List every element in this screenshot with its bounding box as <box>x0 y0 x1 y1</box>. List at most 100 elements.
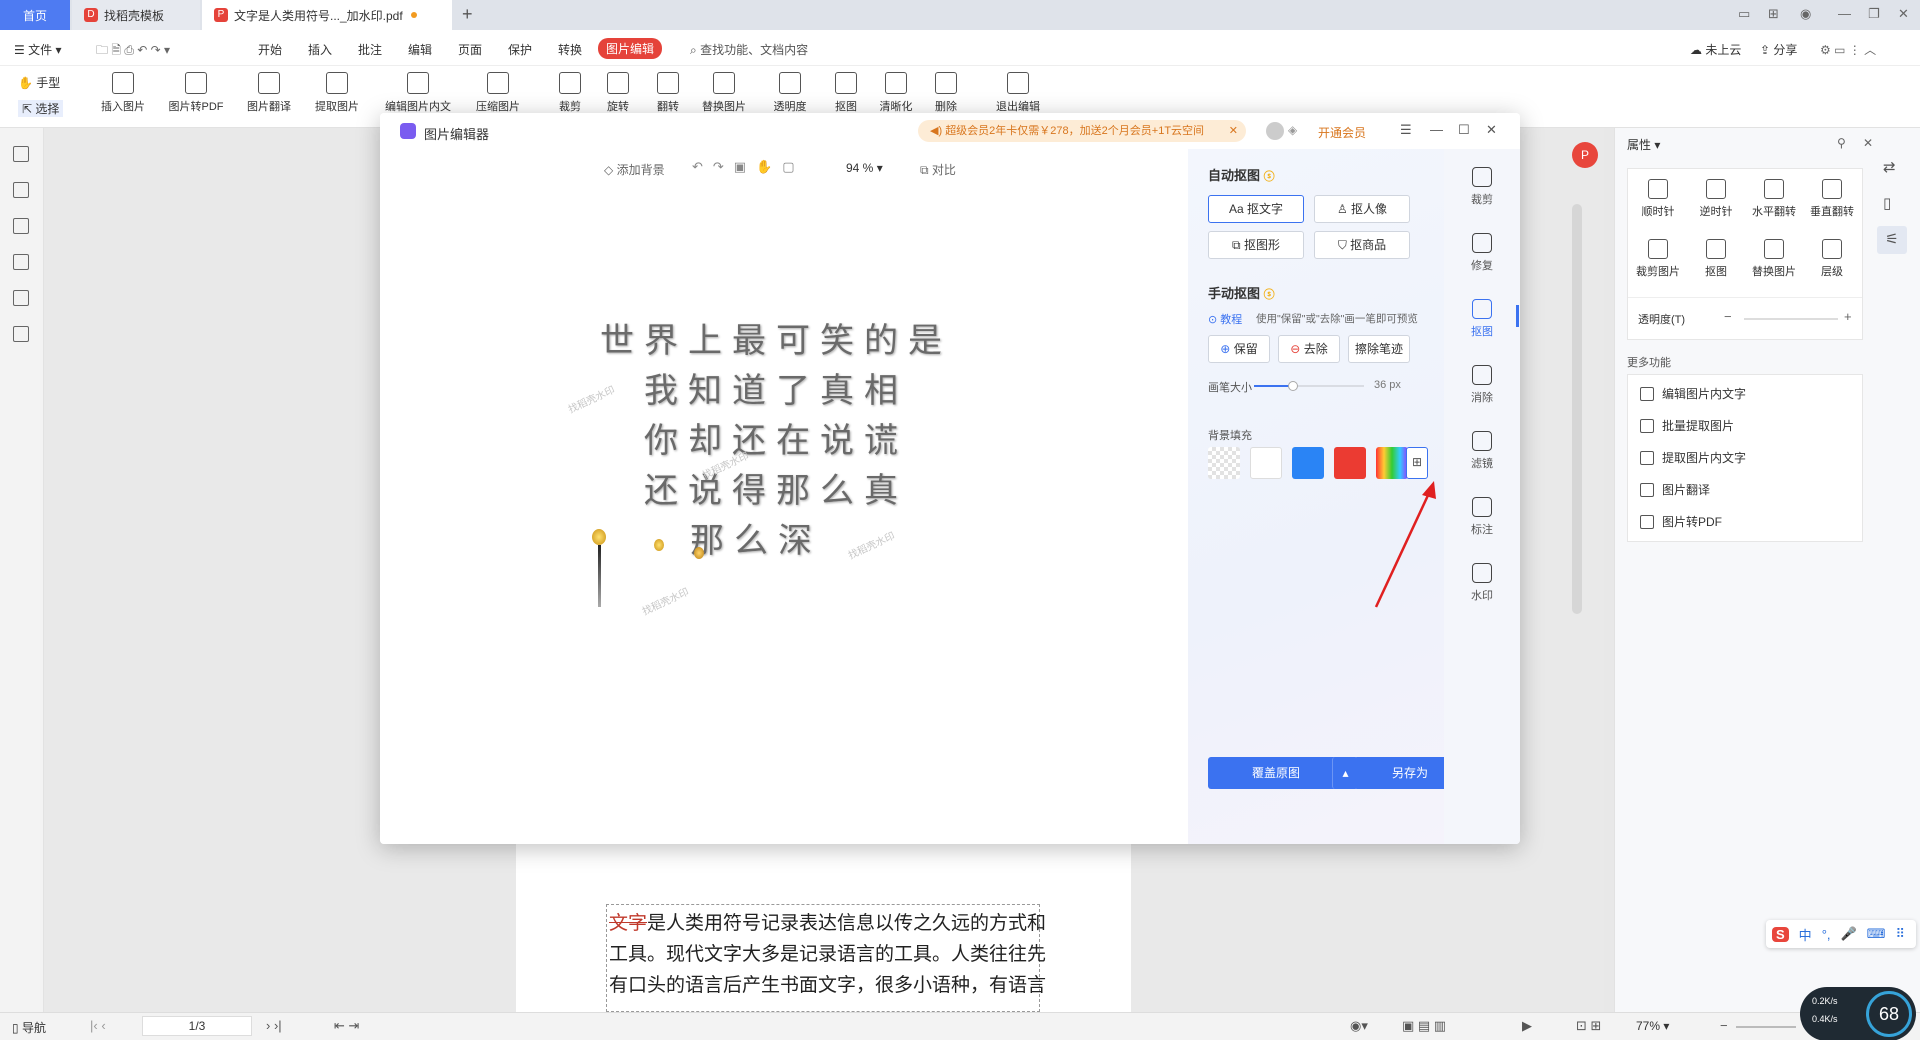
signature-icon[interactable] <box>13 290 29 306</box>
navigation-toggle[interactable]: ▯ 导航 <box>12 1019 46 1036</box>
canvas-tool-icons[interactable]: ↶↷▣✋▢ <box>692 159 805 175</box>
menu-edit[interactable]: 编辑 <box>408 41 432 58</box>
rail-watermark[interactable]: 水印 <box>1458 563 1506 603</box>
pin-icon[interactable]: ⚲ <box>1837 136 1846 150</box>
properties-title[interactable]: 属性 ▾ <box>1627 136 1660 153</box>
doc-line-3[interactable]: 有口头的语言后产生书面文字，很多小语种，有语言 <box>609 970 1046 997</box>
flip-horizontal-button[interactable]: 水平翻转 <box>1746 179 1802 219</box>
next-page-icon[interactable]: › ›| <box>266 1018 282 1033</box>
new-tab-icon[interactable]: + <box>462 4 473 25</box>
thumbnail-icon[interactable] <box>13 182 29 198</box>
side-tool-1-icon[interactable]: ⇄ <box>1883 158 1896 176</box>
cutout-text-button[interactable]: Aa 抠文字 <box>1208 195 1304 223</box>
tab-document[interactable]: P 文字是人类用符号..._加水印.pdf <box>202 0 452 30</box>
eye-icon[interactable]: ◉▾ <box>1350 1018 1368 1034</box>
view-mode-icons[interactable]: ▣ ▤ ▥ <box>1402 1018 1446 1034</box>
brush-size-knob[interactable] <box>1287 381 1298 391</box>
minimize-icon[interactable]: — <box>1838 6 1851 21</box>
rail-repair[interactable]: 修复 <box>1458 233 1506 273</box>
cutout-button[interactable]: 抠图 <box>830 72 862 114</box>
rail-filter[interactable]: 滤镜 <box>1458 431 1506 471</box>
menu-convert[interactable]: 转换 <box>558 41 582 58</box>
swatch-blue[interactable] <box>1292 447 1324 479</box>
panel-close-icon[interactable]: ✕ <box>1863 136 1873 150</box>
page-input[interactable]: 1/3 <box>142 1016 252 1036</box>
open-vip-link[interactable]: 开通会员 <box>1318 124 1366 141</box>
cutout-product-button[interactable]: ⛉ 抠商品 <box>1314 231 1410 259</box>
zoom-out-icon[interactable]: − <box>1720 1018 1728 1033</box>
menu-insert[interactable]: 插入 <box>308 41 332 58</box>
rail-crop[interactable]: 裁剪 <box>1458 167 1506 207</box>
menu-image-edit[interactable]: 图片编辑 <box>598 38 663 59</box>
promo-close-icon[interactable]: ✕ <box>1229 120 1238 142</box>
cutout-portrait-button[interactable]: ♙ 抠人像 <box>1314 195 1410 223</box>
opacity-minus-icon[interactable]: − <box>1724 309 1732 324</box>
grid-icon[interactable]: ⊞ <box>1768 6 1779 22</box>
quick-toolbar-icons[interactable]: 🗀 🗎 ⎙ ↶ ↷ ▾ <box>96 41 170 62</box>
menu-start[interactable]: 开始 <box>258 41 282 58</box>
rotate-button[interactable]: 旋转 <box>600 72 636 114</box>
crop-button[interactable]: 裁剪 <box>554 72 586 114</box>
dialog-minimize-icon[interactable]: — <box>1430 122 1443 137</box>
more-batch-extract[interactable]: 批量提取图片 <box>1640 417 1734 434</box>
comment-icon[interactable] <box>13 218 29 234</box>
doc-line-2[interactable]: 工具。现代文字大多是记录语言的工具。人类往往先 <box>609 939 1046 966</box>
image-translate-button[interactable]: 图片翻译 <box>244 72 294 114</box>
compare-button[interactable]: ⧉ 对比 <box>920 161 956 178</box>
dialog-maximize-icon[interactable]: ☐ <box>1458 122 1470 138</box>
scrollbar[interactable] <box>1572 204 1582 614</box>
compress-image-button[interactable]: 压缩图片 <box>472 72 524 114</box>
hand-tool[interactable]: ✋ 手型 <box>18 74 60 91</box>
brush-size-slider[interactable] <box>1254 381 1364 391</box>
user-avatar[interactable] <box>1266 122 1284 140</box>
panel-cutout-button[interactable]: 抠图 <box>1688 239 1744 279</box>
ime-toolbar[interactable]: S 中 °, 🎤 ⌨ ⠿ <box>1766 920 1916 948</box>
dialog-close-icon[interactable]: ✕ <box>1486 122 1497 138</box>
select-tool[interactable]: ⇱ 选择 <box>18 100 64 117</box>
flip-vertical-button[interactable]: 垂直翻转 <box>1804 179 1860 219</box>
bookmark-icon[interactable] <box>13 146 29 162</box>
panel-replace-button[interactable]: 替换图片 <box>1746 239 1802 279</box>
first-page-icon[interactable]: |‹ ‹ <box>90 1018 106 1033</box>
flip-button[interactable]: 翻转 <box>652 72 684 114</box>
avatar[interactable]: ◉ <box>1800 6 1811 22</box>
promo-banner[interactable]: ◀) 超级会员2年卡仅需￥278，加送2个月会员+1T云空间 ✕ <box>918 120 1246 142</box>
swatch-red[interactable] <box>1334 447 1366 479</box>
rail-erase[interactable]: 消除 <box>1458 365 1506 405</box>
cutout-shape-button[interactable]: ⧉ 抠图形 <box>1208 231 1304 259</box>
more-to-pdf[interactable]: 图片转PDF <box>1640 513 1722 530</box>
swatch-white[interactable] <box>1250 447 1282 479</box>
overwrite-original-button[interactable]: 覆盖原图 <box>1208 757 1344 789</box>
tab-home[interactable]: 首页 <box>0 0 70 30</box>
crop-image-button[interactable]: 裁剪图片 <box>1630 239 1686 279</box>
zoom-dropdown[interactable]: 94 % ▾ <box>846 161 883 175</box>
fit-page-icon[interactable]: ⊡ ⊞ <box>1576 1018 1601 1034</box>
opacity-slider[interactable] <box>1744 318 1838 320</box>
erase-strokes-button[interactable]: 擦除笔迹 <box>1348 335 1410 363</box>
cloud-status[interactable]: ☁ 未上云 <box>1690 41 1741 58</box>
tab-template[interactable]: D 找稻壳模板 <box>72 0 200 30</box>
save-as-dropdown-icon[interactable]: ▴ <box>1332 757 1358 789</box>
search-box[interactable]: ⌕ 查找功能、文档内容 <box>690 41 808 58</box>
image-to-pdf-button[interactable]: 图片转PDF <box>164 72 228 114</box>
opacity-plus-icon[interactable]: + <box>1844 309 1852 324</box>
file-menu[interactable]: ☰ 文件 ▾ <box>14 41 61 58</box>
delete-button[interactable]: 删除 <box>930 72 962 114</box>
exit-edit-button[interactable]: 退出编辑 <box>992 72 1044 114</box>
edited-image[interactable]: 世界上最可笑的是 我知道了真相 你却还在说谎 还说得那么真 那么深 找稻壳水印 … <box>560 307 980 618</box>
rotate-cw-button[interactable]: 顺时针 <box>1630 179 1686 219</box>
tutorial-link[interactable]: ⊙ 教程 <box>1208 311 1242 327</box>
play-icon[interactable]: ▶ <box>1522 1018 1532 1034</box>
insert-image-button[interactable]: 插入图片 <box>98 72 148 114</box>
menu-page[interactable]: 页面 <box>458 41 482 58</box>
attachment-icon[interactable] <box>13 254 29 270</box>
zoom-level[interactable]: 77% ▾ <box>1636 1019 1669 1033</box>
side-tool-settings-icon[interactable]: ⚟ <box>1877 226 1907 254</box>
replace-image-button[interactable]: 替换图片 <box>698 72 750 114</box>
transparency-button[interactable]: 透明度 <box>766 72 814 114</box>
more-edit-text[interactable]: 编辑图片内文字 <box>1640 385 1746 402</box>
remove-button[interactable]: ⊖ 去除 <box>1278 335 1340 363</box>
swatch-transparent[interactable] <box>1208 447 1240 479</box>
close-icon[interactable]: ✕ <box>1898 6 1909 22</box>
zoom-slider[interactable] <box>1736 1026 1796 1028</box>
